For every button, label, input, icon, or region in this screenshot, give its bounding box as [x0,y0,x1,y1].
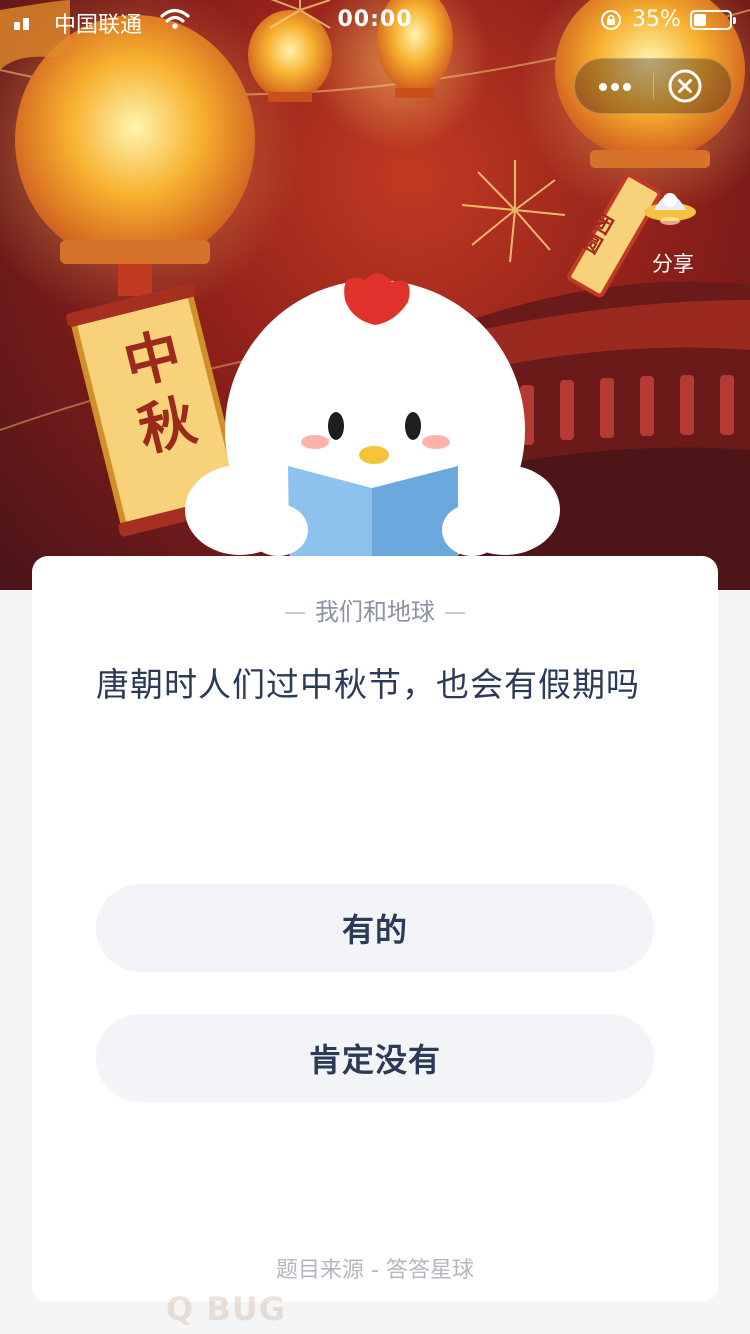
miniprogram-capsule [574,58,732,114]
capsule-divider [653,73,654,99]
share-button[interactable]: 分享 [636,176,706,276]
question-source: 题目来源 - 答答星球 [276,1258,474,1283]
divider-right [445,612,465,614]
quiz-category: 我们和地球 [32,592,718,627]
ufo-share-icon [644,193,696,225]
battery-percent: 35% [632,7,681,32]
close-circle-icon[interactable] [667,68,703,104]
battery-level [694,14,706,26]
answer-option-1[interactable]: 有的 [96,884,654,972]
quiz-card: 我们和地球 唐朝时人们过中秋节，也会有假期吗 有的 肯定没有 题目来源 - 答答… [32,556,718,1302]
rotation-lock-icon [601,10,621,30]
divider-left [285,612,305,614]
question-text: 唐朝时人们过中秋节，也会有假期吗 [96,665,640,704]
watermark-logo: Q BUG [166,1290,286,1328]
status-bar: 中国联通 00:00 35% [0,0,750,40]
battery-icon [690,10,736,30]
answer-option-2[interactable]: 肯定没有 [96,1014,654,1102]
share-label: 分享 [652,252,694,276]
category-label: 我们和地球 [315,598,435,626]
more-button[interactable] [575,59,653,113]
